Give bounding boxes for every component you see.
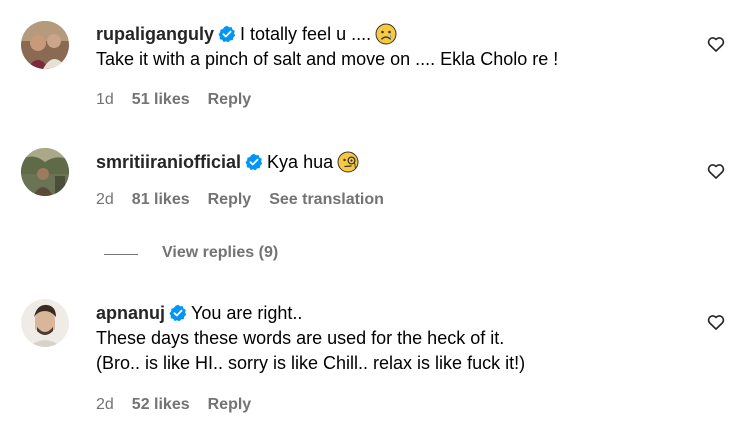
comment-body: smritiiraniofficial Kya hua <box>96 150 682 175</box>
avatar[interactable] <box>21 21 69 69</box>
see-translation-button[interactable]: See translation <box>269 191 384 208</box>
likes-count-button[interactable]: 52 likes <box>132 396 190 413</box>
comment-body: rupaliganguly I totally feel u .... Take … <box>96 22 682 72</box>
verified-badge-icon <box>245 153 263 171</box>
heart-outline-icon[interactable] <box>706 161 726 181</box>
likes-count-button[interactable]: 51 likes <box>132 91 190 108</box>
comment-username[interactable]: smritiiraniofficial <box>96 152 241 172</box>
comment-text-line: Kya hua <box>267 152 334 172</box>
heart-outline-icon[interactable] <box>706 34 726 54</box>
comment-meta: 2d 52 likes Reply <box>96 396 269 414</box>
reply-button[interactable]: Reply <box>208 191 252 208</box>
comment-username[interactable]: rupaliganguly <box>96 24 214 44</box>
comment-age: 2d <box>96 396 114 413</box>
face-with-monocle-emoji <box>337 151 359 173</box>
comment-text-line: You are right.. <box>191 303 303 323</box>
avatar[interactable] <box>21 148 69 196</box>
reply-button[interactable]: Reply <box>208 396 252 413</box>
comment-text-line: Take it with a pinch of salt and move on… <box>96 49 559 69</box>
verified-badge-icon <box>218 25 236 43</box>
sad-face-emoji <box>375 23 397 45</box>
comment-text-line: (Bro.. is like HI.. sorry is like Chill.… <box>96 353 526 373</box>
comment-meta: 2d 81 likes Reply See translation <box>96 191 402 209</box>
comment-text-line: These days these words are used for the … <box>96 328 505 348</box>
replies-divider <box>104 254 138 255</box>
comment-text-line: I totally feel u .... <box>240 24 372 44</box>
likes-count-button[interactable]: 81 likes <box>132 191 190 208</box>
comment-age: 2d <box>96 191 114 208</box>
comment-body: apnanuj You are right.. These days these … <box>96 301 682 376</box>
heart-outline-icon[interactable] <box>706 312 726 332</box>
verified-badge-icon <box>169 304 187 322</box>
avatar[interactable] <box>21 299 69 347</box>
reply-button[interactable]: Reply <box>208 91 252 108</box>
comment-meta: 1d 51 likes Reply <box>96 91 269 109</box>
view-replies-label: View replies (9) <box>162 244 279 261</box>
comment-age: 1d <box>96 91 114 108</box>
comment-username[interactable]: apnanuj <box>96 303 165 323</box>
